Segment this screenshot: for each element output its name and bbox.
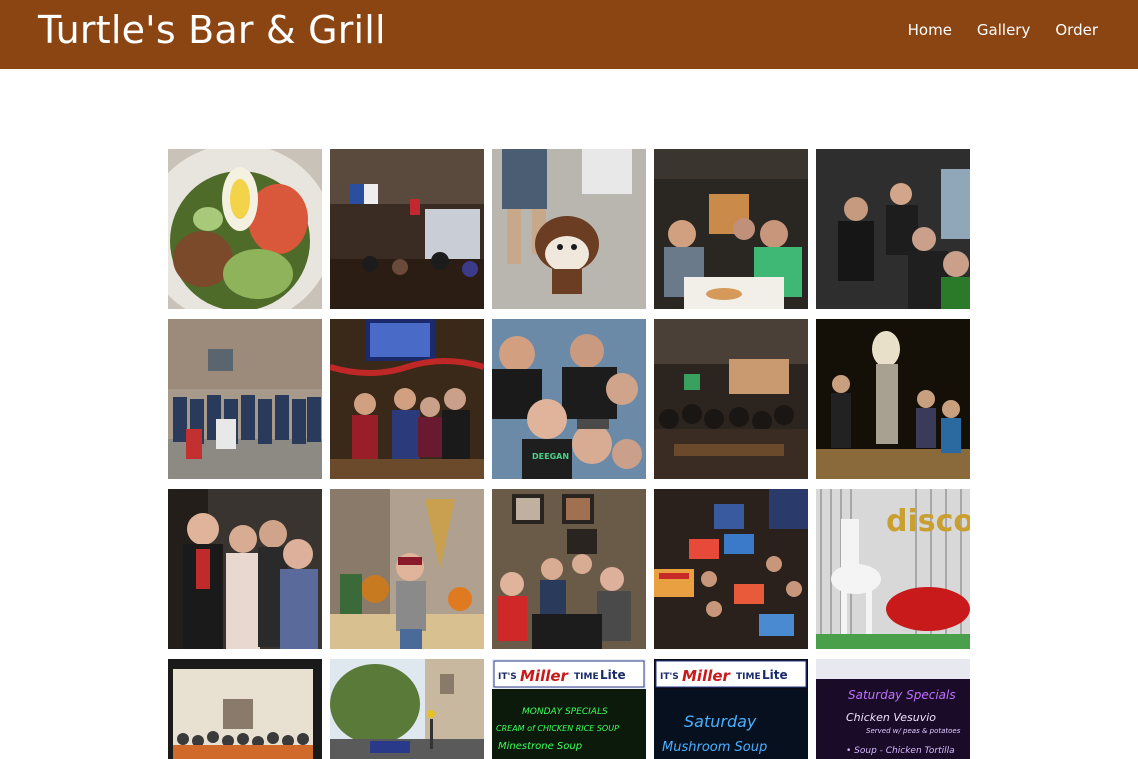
gallery-photo-chalkboard-specials[interactable]: Saturday Specials Chicken Vesuvio Served… <box>816 659 970 759</box>
gallery-photo-framed-group[interactable] <box>168 659 322 759</box>
svg-text:TIME: TIME <box>574 672 599 682</box>
svg-text:Miller: Miller <box>520 667 570 685</box>
gallery-photo-fall-display[interactable] <box>330 489 484 649</box>
nav-gallery-link[interactable]: Gallery <box>977 20 1030 40</box>
brand-logo[interactable]: Turtle's Bar & Grill <box>38 6 386 54</box>
gallery-photo-crowded-bar[interactable] <box>654 319 808 479</box>
gallery-photo-disco-horse[interactable]: disco <box>816 489 970 649</box>
gallery-photo-kids-at-table[interactable] <box>492 489 646 649</box>
nav-home-link[interactable]: Home <box>908 20 952 40</box>
gallery-photo-selfie-group[interactable]: DEEGAN <box>492 319 646 479</box>
photo-gallery: DEEGAN disco IT'S Miller TIME Lite MONDA… <box>168 149 970 759</box>
svg-text:TIME: TIME <box>736 672 761 682</box>
svg-text:• Soup - Chicken Tortilla: • Soup - Chicken Tortilla <box>846 746 955 756</box>
svg-text:Minestrone Soup: Minestrone Soup <box>498 741 582 752</box>
nav-order-link[interactable]: Order <box>1055 20 1098 40</box>
svg-text:CREAM of CHICKEN RICE SOUP: CREAM of CHICKEN RICE SOUP <box>496 724 619 733</box>
navbar: Turtle's Bar & Grill Home Gallery Order <box>0 0 1138 69</box>
gallery-photo-group-outdoor[interactable] <box>168 319 322 479</box>
svg-text:Lite: Lite <box>600 668 626 682</box>
svg-text:Miller: Miller <box>682 667 732 685</box>
svg-text:MONDAY SPECIALS: MONDAY SPECIALS <box>522 707 608 717</box>
svg-text:IT'S: IT'S <box>660 672 679 682</box>
svg-text:Mushroom Soup: Mushroom Soup <box>662 740 767 755</box>
svg-text:Lite: Lite <box>762 668 788 682</box>
nav-links: Home Gallery Order <box>908 20 1098 40</box>
svg-text:DEEGAN: DEEGAN <box>532 452 569 461</box>
svg-text:IT'S: IT'S <box>498 672 517 682</box>
gallery-photo-chalkboard-soup[interactable]: IT'S Miller TIME Lite MONDAY SPECIALS CR… <box>492 659 646 759</box>
svg-text:Chicken Vesuvio: Chicken Vesuvio <box>846 711 936 724</box>
gallery-photo-bar-interior[interactable] <box>330 149 484 309</box>
svg-text:disco: disco <box>886 504 970 539</box>
gallery-photo-group-at-bar[interactable] <box>330 319 484 479</box>
gallery-photo-bulldog[interactable] <box>492 149 646 309</box>
gallery-photo-chalkboard-mushroom[interactable]: IT'S Miller TIME Lite Saturday Mushroom … <box>654 659 808 759</box>
svg-text:Served w/ peas & potatoes: Served w/ peas & potatoes <box>866 727 961 735</box>
gallery-photo-party-bus[interactable] <box>816 149 970 309</box>
gallery-photo-salad[interactable] <box>168 149 322 309</box>
svg-text:Saturday: Saturday <box>684 712 757 731</box>
gallery-photo-halloween-night[interactable] <box>816 319 970 479</box>
gallery-photo-diners[interactable] <box>654 149 808 309</box>
svg-text:Saturday Specials: Saturday Specials <box>848 688 956 702</box>
gallery-photo-costume-girls[interactable] <box>168 489 322 649</box>
gallery-photo-paint-night[interactable] <box>654 489 808 649</box>
gallery-photo-street-view[interactable] <box>330 659 484 759</box>
